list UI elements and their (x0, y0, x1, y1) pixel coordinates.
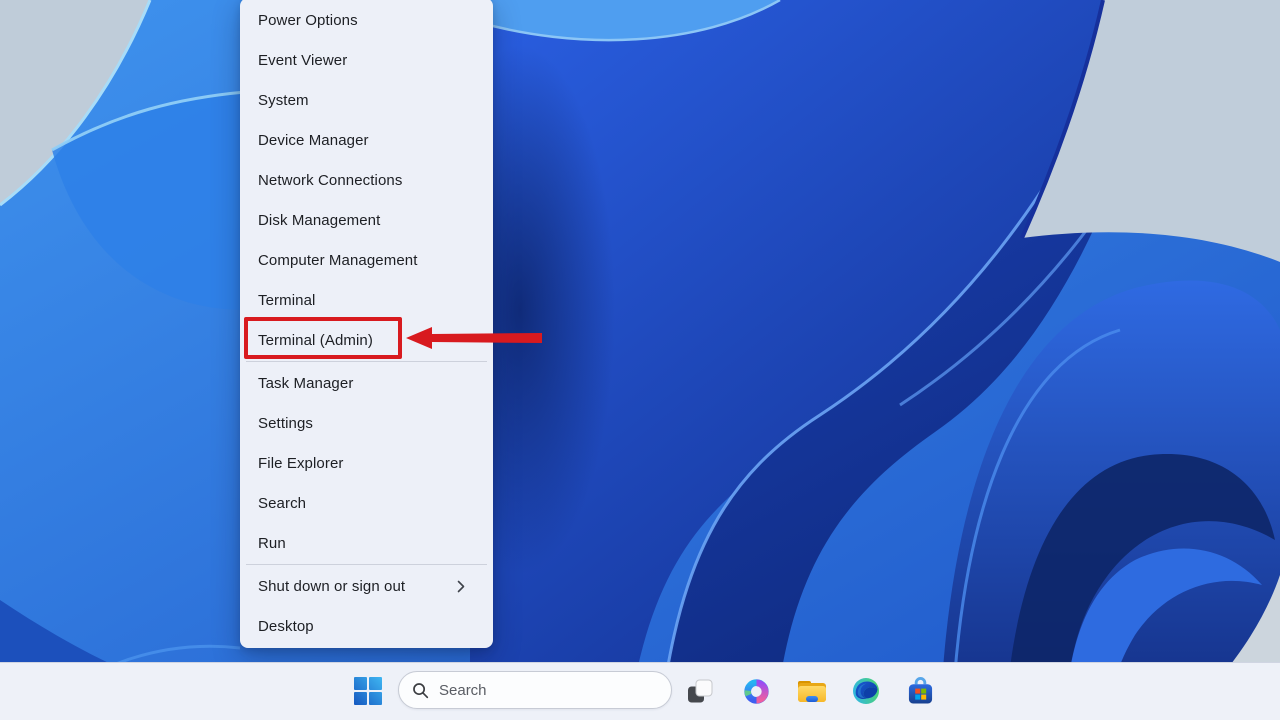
menu-item-terminal[interactable]: Terminal (244, 280, 489, 320)
menu-item-settings[interactable]: Settings (244, 403, 489, 443)
taskbar-search[interactable]: Search (398, 671, 672, 709)
menu-separator (246, 564, 487, 565)
menu-item-label: Desktop (258, 618, 314, 635)
menu-item-label: System (258, 92, 309, 109)
copilot-icon (743, 678, 770, 705)
menu-item-desktop[interactable]: Desktop (244, 606, 489, 646)
menu-item-network-connections[interactable]: Network Connections (244, 160, 489, 200)
menu-item-shut-down-or-sign-out[interactable]: Shut down or sign out (244, 566, 489, 606)
menu-item-system[interactable]: System (244, 80, 489, 120)
menu-item-disk-management[interactable]: Disk Management (244, 200, 489, 240)
menu-item-label: Computer Management (258, 252, 417, 269)
file-explorer-button[interactable] (790, 669, 834, 713)
start-button[interactable] (346, 669, 390, 713)
menu-item-label: Terminal (258, 292, 315, 309)
task-view-button[interactable] (678, 669, 722, 713)
edge-button[interactable] (844, 669, 888, 713)
windows-logo-icon (354, 677, 382, 705)
menu-item-label: Search (258, 495, 306, 512)
menu-item-label: Device Manager (258, 132, 369, 149)
search-icon (412, 682, 429, 699)
desktop: Power Options Event Viewer System Device Ma… (0, 0, 1280, 720)
desktop-wallpaper (0, 0, 1280, 720)
menu-item-label: File Explorer (258, 455, 344, 472)
edge-icon (852, 677, 880, 705)
menu-item-run[interactable]: Run (244, 523, 489, 563)
menu-item-task-manager[interactable]: Task Manager (244, 363, 489, 403)
menu-item-label: Power Options (258, 12, 358, 29)
menu-item-label: Task Manager (258, 375, 353, 392)
menu-item-device-manager[interactable]: Device Manager (244, 120, 489, 160)
search-placeholder: Search (439, 682, 487, 699)
menu-separator (246, 361, 487, 362)
winx-menu: Power Options Event Viewer System Device Ma… (240, 0, 493, 648)
menu-item-computer-management[interactable]: Computer Management (244, 240, 489, 280)
file-explorer-icon (797, 679, 827, 704)
menu-item-label: Terminal (Admin) (258, 332, 373, 349)
menu-item-label: Shut down or sign out (258, 578, 405, 595)
menu-item-label: Event Viewer (258, 52, 347, 69)
menu-item-label: Network Connections (258, 172, 402, 189)
menu-item-file-explorer[interactable]: File Explorer (244, 443, 489, 483)
copilot-button[interactable] (734, 669, 778, 713)
taskbar: Search (0, 662, 1280, 720)
menu-item-event-viewer[interactable]: Event Viewer (244, 40, 489, 80)
menu-item-power-options[interactable]: Power Options (244, 0, 489, 40)
menu-item-label: Run (258, 535, 286, 552)
submenu-chevron-icon (455, 580, 467, 593)
microsoft-store-button[interactable] (898, 669, 942, 713)
task-view-icon (687, 679, 713, 704)
microsoft-store-icon (907, 676, 934, 706)
menu-item-label: Settings (258, 415, 313, 432)
menu-item-terminal-admin[interactable]: Terminal (Admin) (244, 320, 489, 360)
menu-item-search[interactable]: Search (244, 483, 489, 523)
menu-item-label: Disk Management (258, 212, 380, 229)
